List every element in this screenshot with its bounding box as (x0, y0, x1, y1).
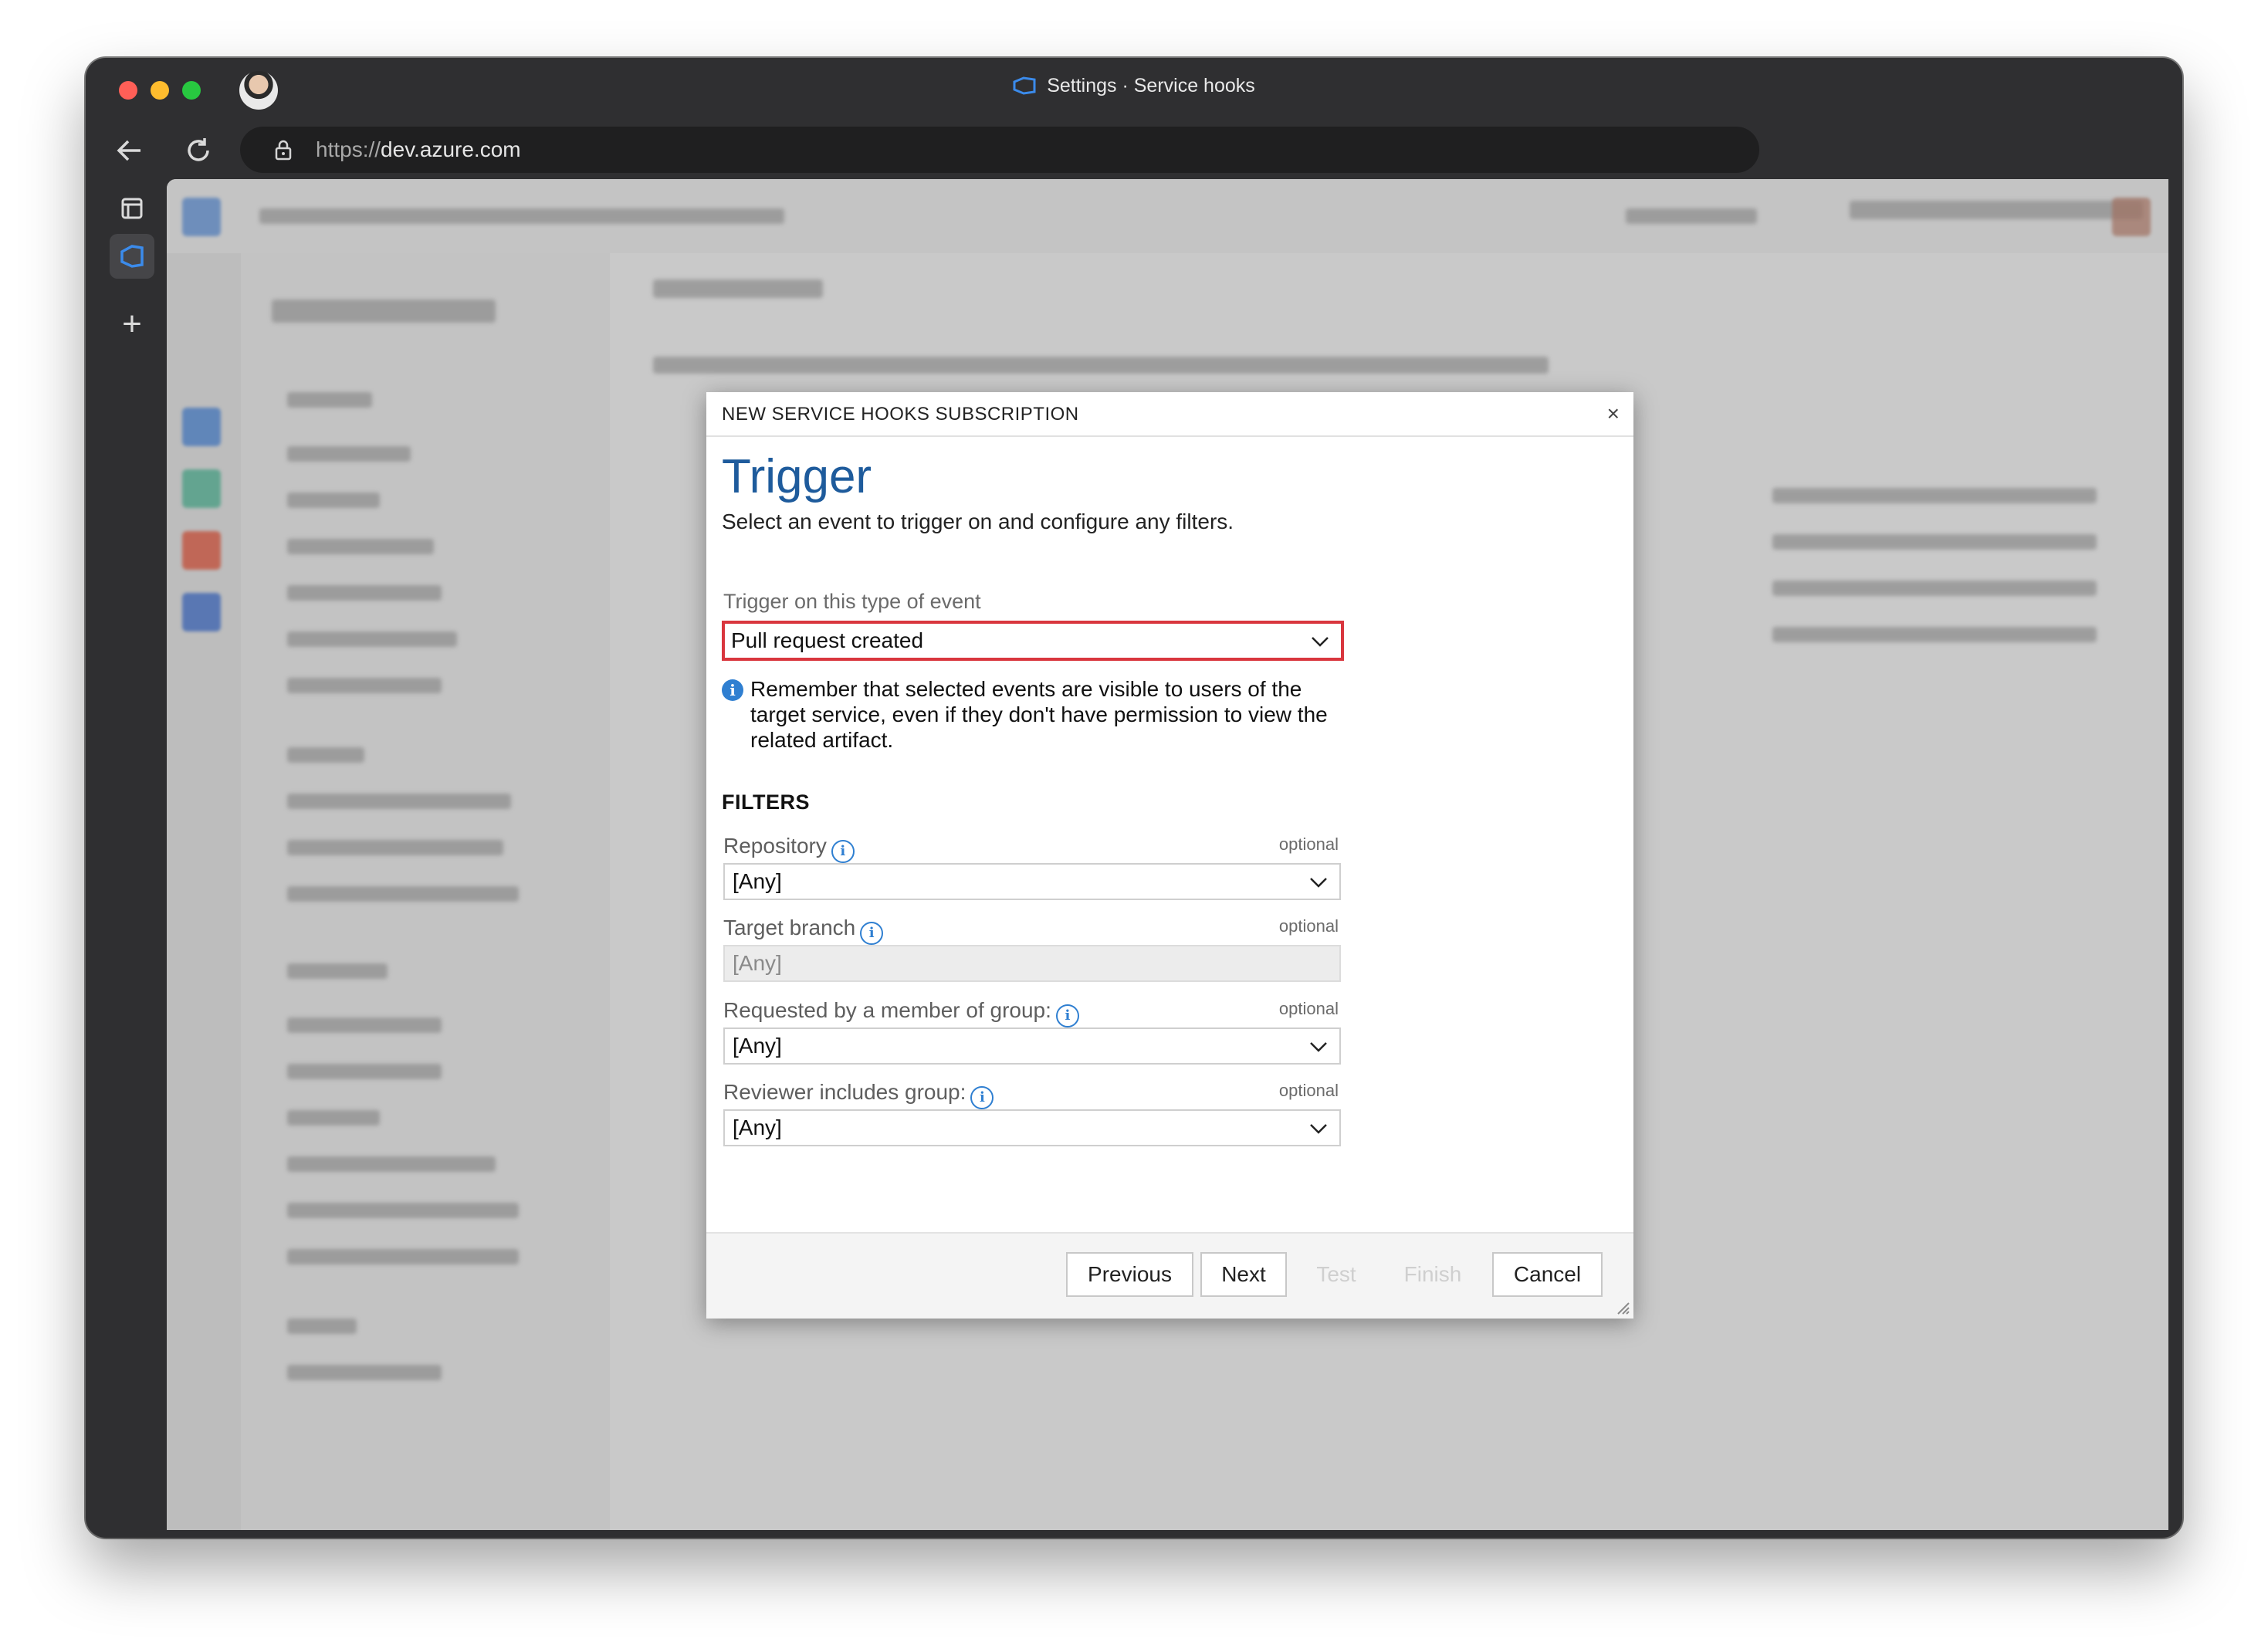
filters-heading: FILTERS (722, 790, 810, 814)
target-branch-value: [Any] (733, 951, 782, 975)
requested-by-group-label: Requested by a member of group: i (723, 998, 1079, 1027)
url-text: https://dev.azure.com (316, 137, 521, 161)
finish-button: Finish (1384, 1252, 1481, 1297)
optional-tag: optional (1278, 1081, 1339, 1100)
repository-label: Repository i (723, 834, 855, 863)
dialog-footer: Previous Next Test Finish Cancel (706, 1232, 1633, 1319)
back-arrow-icon[interactable] (114, 135, 145, 171)
chevron-down-icon (1310, 1042, 1327, 1052)
target-branch-label: Target branch i (723, 916, 884, 945)
info-icon[interactable]: i (970, 1086, 994, 1109)
cancel-button[interactable]: Cancel (1492, 1252, 1603, 1297)
repos-icon (182, 469, 221, 508)
info-icon[interactable]: i (860, 922, 884, 945)
reload-icon[interactable] (183, 135, 214, 171)
dialog-header-title: NEW SERVICE HOOKS SUBSCRIPTION (722, 404, 1079, 425)
tabs-icon[interactable] (110, 187, 154, 232)
step-title: Trigger (722, 450, 872, 503)
requested-by-group-select[interactable]: [Any] (723, 1027, 1341, 1065)
azure-tab-icon[interactable] (110, 234, 154, 279)
new-service-hook-dialog: NEW SERVICE HOOKS SUBSCRIPTION × Trigger… (706, 392, 1633, 1319)
previous-button[interactable]: Previous (1066, 1252, 1193, 1297)
event-type-value: Pull request created (731, 628, 924, 652)
close-icon[interactable]: × (1607, 401, 1620, 426)
notice-text: Remember that selected events are visibl… (750, 677, 1328, 752)
address-bar[interactable]: https://dev.azure.com (240, 127, 1759, 173)
pipelines-icon (182, 593, 221, 631)
optional-tag: optional (1278, 999, 1339, 1018)
page-topbar (167, 179, 2168, 253)
page-left-rail (167, 253, 241, 1530)
step-subtitle: Select an event to trigger on and config… (722, 509, 1234, 533)
lock-icon (275, 140, 292, 161)
optional-tag: optional (1278, 916, 1339, 936)
azure-devops-icon (1013, 76, 1036, 95)
azure-logo-icon (182, 198, 221, 236)
optional-tag: optional (1278, 834, 1339, 854)
repository-value: [Any] (733, 869, 782, 893)
reviewer-group-value: [Any] (733, 1115, 782, 1139)
window-title-bar: Settings · Service hooks (86, 75, 2182, 97)
chevron-down-icon (1310, 878, 1327, 888)
artifacts-icon (182, 531, 221, 570)
requested-by-group-value: [Any] (733, 1034, 782, 1058)
repository-select[interactable]: [Any] (723, 863, 1341, 900)
boards-icon (182, 408, 221, 446)
user-avatar (2112, 198, 2151, 236)
chevron-down-icon (1310, 1124, 1327, 1134)
event-type-label: Trigger on this type of event (723, 590, 981, 613)
visibility-notice: i Remember that selected events are visi… (722, 676, 1362, 753)
page-left-nav (241, 253, 610, 1530)
reviewer-group-select[interactable]: [Any] (723, 1109, 1341, 1146)
target-branch-input: [Any] (723, 945, 1341, 982)
next-button[interactable]: Next (1200, 1252, 1287, 1297)
window-title: Settings · Service hooks (1047, 75, 1255, 96)
info-icon[interactable]: i (831, 840, 855, 863)
new-tab-plus-icon[interactable]: + (110, 302, 154, 347)
dialog-header: NEW SERVICE HOOKS SUBSCRIPTION × (706, 392, 1633, 437)
info-icon[interactable]: i (1055, 1004, 1079, 1027)
reviewer-group-label: Reviewer includes group: i (723, 1080, 994, 1109)
event-type-select[interactable]: Pull request created (722, 621, 1344, 661)
test-button: Test (1295, 1252, 1378, 1297)
info-icon: i (722, 679, 743, 701)
chevron-down-icon (1312, 637, 1329, 647)
resize-grip-icon[interactable] (1613, 1298, 1630, 1315)
